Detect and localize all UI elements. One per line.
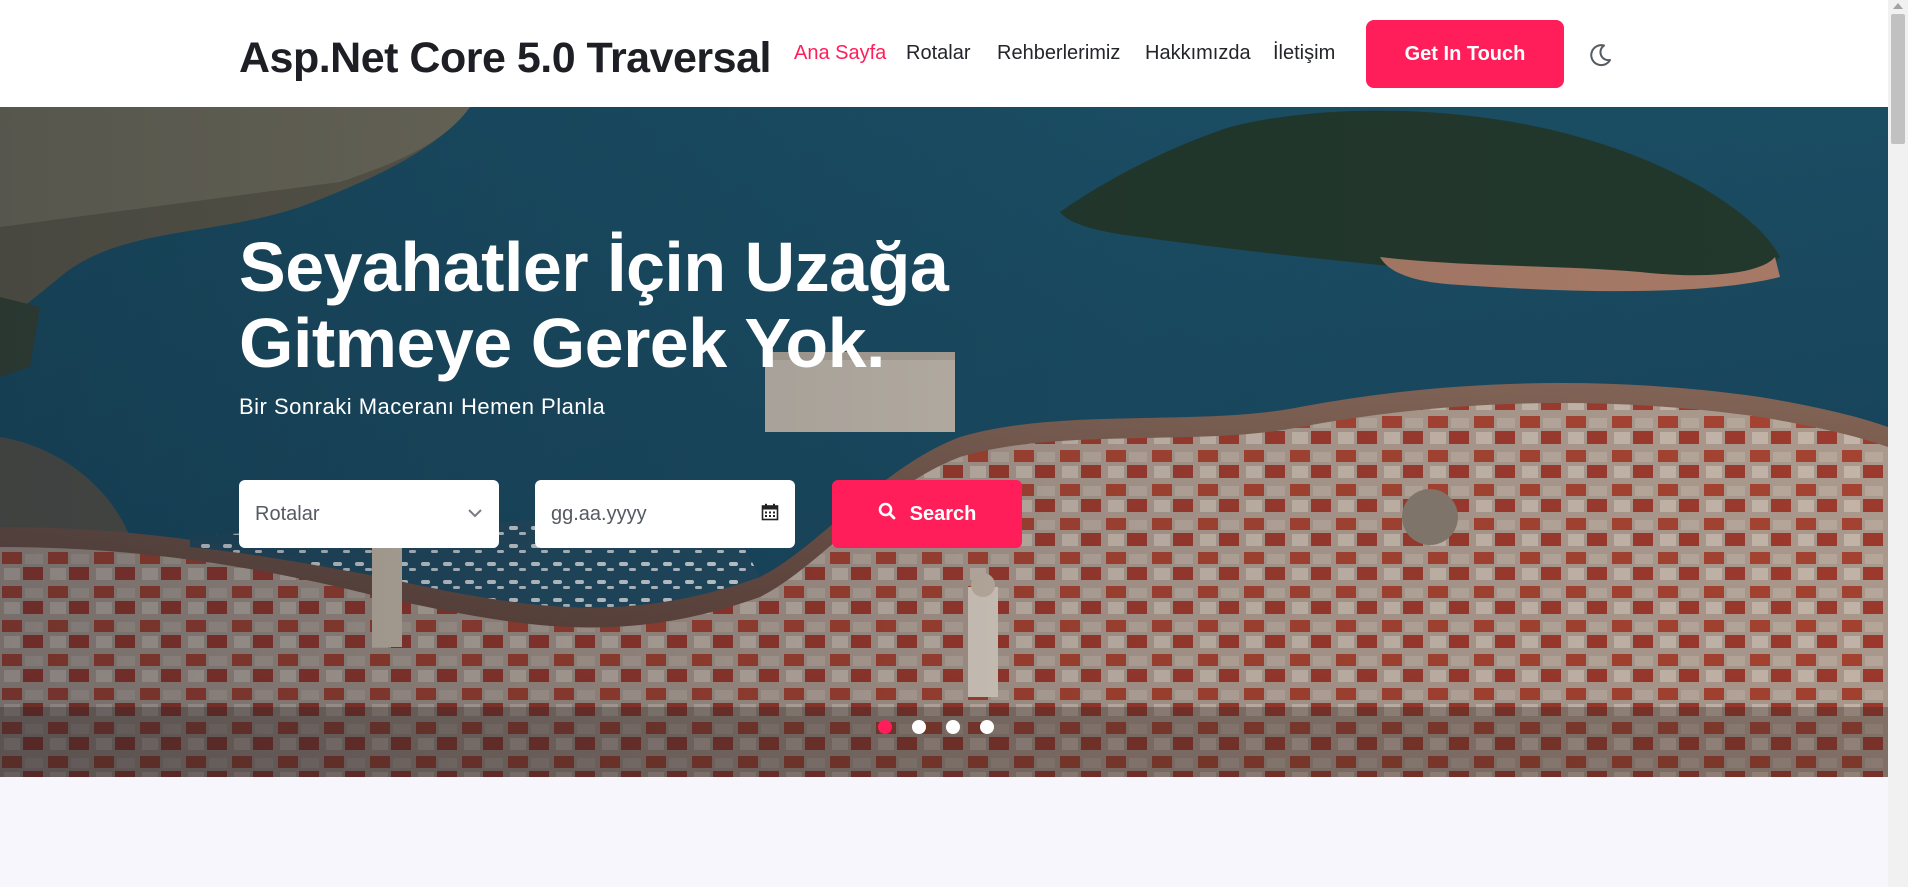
nav-item-ana-sayfa[interactable]: Ana Sayfa	[794, 42, 886, 65]
date-input[interactable]: gg.aa.yyyy	[535, 480, 795, 548]
hero-title-line-1: Seyahatler İçin Uzağa	[239, 228, 949, 306]
slide-dot-2[interactable]	[912, 720, 926, 734]
nav-item-iletisim[interactable]: İletişim	[1273, 42, 1335, 65]
route-select-value: Rotalar	[255, 502, 320, 525]
slide-dot-1[interactable]	[878, 720, 892, 734]
route-select[interactable]: Rotalar	[239, 480, 499, 548]
next-section	[0, 777, 1888, 887]
slide-dot-3[interactable]	[946, 720, 960, 734]
hero-title-line-2: Gitmeye Gerek Yok.	[239, 304, 886, 382]
calendar-icon[interactable]	[761, 503, 779, 526]
search-button[interactable]: Search	[832, 480, 1022, 548]
brand-logo-text[interactable]: Asp.Net Core 5.0 Traversal	[239, 34, 771, 83]
search-icon	[878, 502, 896, 526]
nav-item-hakkimizda[interactable]: Hakkımızda	[1145, 42, 1251, 65]
scroll-up-icon[interactable]	[1893, 3, 1903, 9]
search-button-label: Search	[909, 502, 977, 525]
nav-item-rehberlerimiz[interactable]: Rehberlerimiz	[997, 42, 1120, 65]
page: Asp.Net Core 5.0 Traversal Ana Sayfa Rot…	[0, 0, 1888, 887]
get-in-touch-button[interactable]: Get In Touch	[1366, 20, 1564, 88]
hero-slider: Seyahatler İçin Uzağa Gitmeye Gerek Yok.…	[0, 107, 1888, 777]
site-header: Asp.Net Core 5.0 Traversal Ana Sayfa Rot…	[0, 0, 1888, 107]
scrollbar-thumb[interactable]	[1891, 14, 1905, 144]
slide-dot-4[interactable]	[980, 720, 994, 734]
chevron-down-icon	[467, 505, 483, 523]
nav-item-rotalar[interactable]: Rotalar	[906, 42, 970, 65]
hero-title: Seyahatler İçin Uzağa Gitmeye Gerek Yok.	[239, 229, 999, 381]
date-input-placeholder: gg.aa.yyyy	[551, 502, 647, 525]
moon-icon[interactable]	[1585, 40, 1615, 70]
hero-overlay	[0, 107, 1888, 777]
page-scrollbar[interactable]	[1888, 0, 1908, 887]
hero-subtitle: Bir Sonraki Maceranı Hemen Planla	[239, 394, 606, 419]
